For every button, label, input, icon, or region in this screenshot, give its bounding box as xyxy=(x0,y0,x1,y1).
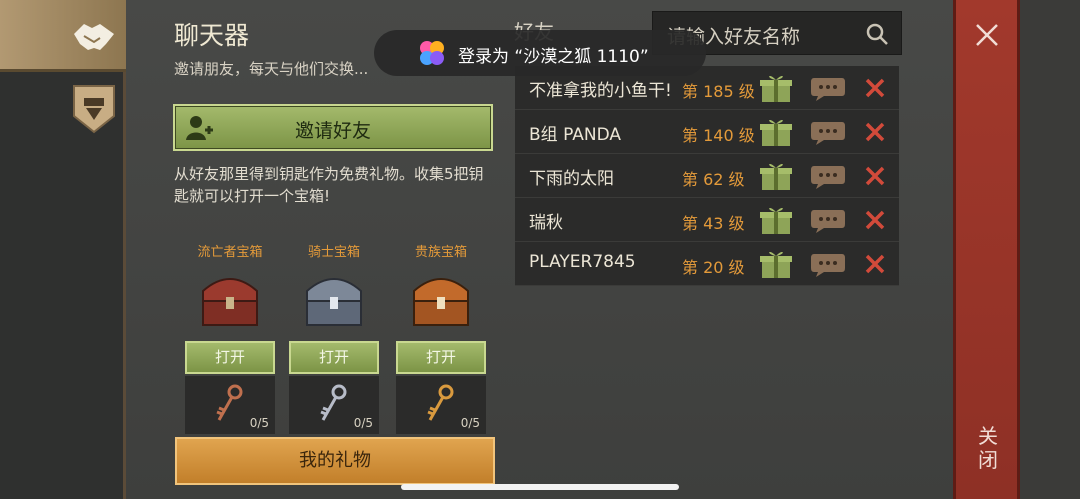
key-slot: 0/5 xyxy=(396,376,486,434)
friend-row: 瑞秋 第 43 级 xyxy=(515,198,899,242)
friend-row: 下雨的太阳 第 62 级 xyxy=(515,154,899,198)
remove-icon[interactable] xyxy=(865,122,885,142)
gift-icon[interactable] xyxy=(759,72,793,104)
friend-level: 第 20 级 xyxy=(682,258,745,277)
chest-name: 贵族宝箱 xyxy=(414,245,467,260)
left-rail xyxy=(0,0,126,499)
close-panel-button[interactable]: 关闭 xyxy=(953,0,1020,499)
chat-bubble-icon[interactable] xyxy=(810,76,846,102)
search-icon[interactable] xyxy=(865,22,889,46)
key-count: 0/5 xyxy=(249,416,269,430)
guild-shield-icon[interactable] xyxy=(72,84,116,134)
friend-row: B组 PANDA 第 140 级 xyxy=(515,110,899,154)
remove-icon[interactable] xyxy=(865,254,885,274)
gift-icon[interactable] xyxy=(759,116,793,148)
gift-icon[interactable] xyxy=(759,248,793,280)
friend-name: PLAYER7845 xyxy=(529,252,636,272)
home-indicator[interactable] xyxy=(401,484,679,490)
page-title: 聊天器 xyxy=(174,21,250,50)
game-center-icon xyxy=(420,41,444,65)
screen-edge xyxy=(1020,0,1080,499)
friend-level: 第 62 级 xyxy=(682,170,745,189)
remove-icon[interactable] xyxy=(865,166,885,186)
friend-name: 下雨的太阳 xyxy=(529,169,614,189)
key-slot: 0/5 xyxy=(185,376,275,434)
friend-name: B组 PANDA xyxy=(529,125,621,145)
chat-bubble-icon[interactable] xyxy=(810,164,846,190)
key-count: 0/5 xyxy=(353,416,373,430)
friend-level: 第 185 级 xyxy=(682,82,755,101)
invite-friends-button[interactable]: 邀请好友 xyxy=(173,104,493,151)
close-label: 关闭 xyxy=(978,424,998,472)
page-subtitle: 邀请朋友，每天与他们交换... xyxy=(174,60,369,78)
open-chest-button[interactable]: 打开 xyxy=(396,341,486,374)
key-icon xyxy=(320,384,347,421)
remove-icon[interactable] xyxy=(865,210,885,230)
toast-text: 登录为 “沙漠之狐 1110” xyxy=(458,47,649,67)
friend-name: 瑞秋 xyxy=(529,213,563,233)
chat-bubble-icon[interactable] xyxy=(810,208,846,234)
key-icon xyxy=(427,384,454,421)
login-toast: 登录为 “沙漠之狐 1110” xyxy=(374,30,706,76)
friend-level: 第 43 级 xyxy=(682,214,745,233)
chest-icon xyxy=(202,278,258,326)
key-slot: 0/5 xyxy=(289,376,379,434)
friend-name: 不准拿我的小鱼干! xyxy=(529,81,672,101)
my-gifts-button[interactable]: 我的礼物 xyxy=(175,437,495,485)
key-icon xyxy=(216,384,243,421)
handshake-icon[interactable] xyxy=(70,14,118,58)
chest-icon xyxy=(306,278,362,326)
chat-bubble-icon[interactable] xyxy=(810,252,846,278)
chest-icon xyxy=(413,278,469,326)
friend-row: PLAYER7845 第 20 级 xyxy=(515,242,899,286)
friend-level: 第 140 级 xyxy=(682,126,755,145)
gift-icon[interactable] xyxy=(759,204,793,236)
gift-icon[interactable] xyxy=(759,160,793,192)
chest-description: 从好友那里得到钥匙作为免费礼物。收集5把钥匙就可以打开一个宝箱! xyxy=(174,165,484,205)
invite-friends-label: 邀请好友 xyxy=(294,120,371,142)
open-chest-button[interactable]: 打开 xyxy=(289,341,379,374)
close-icon[interactable] xyxy=(974,22,1000,48)
key-count: 0/5 xyxy=(460,416,480,430)
chest-name: 流亡者宝箱 xyxy=(197,245,263,260)
friend-list: 不准拿我的小鱼干! 第 185 级 B组 PANDA 第 140 级 下雨的太阳… xyxy=(515,66,899,286)
remove-icon[interactable] xyxy=(865,78,885,98)
chest-name: 骑士宝箱 xyxy=(307,245,360,260)
chat-bubble-icon[interactable] xyxy=(810,120,846,146)
open-chest-button[interactable]: 打开 xyxy=(185,341,275,374)
